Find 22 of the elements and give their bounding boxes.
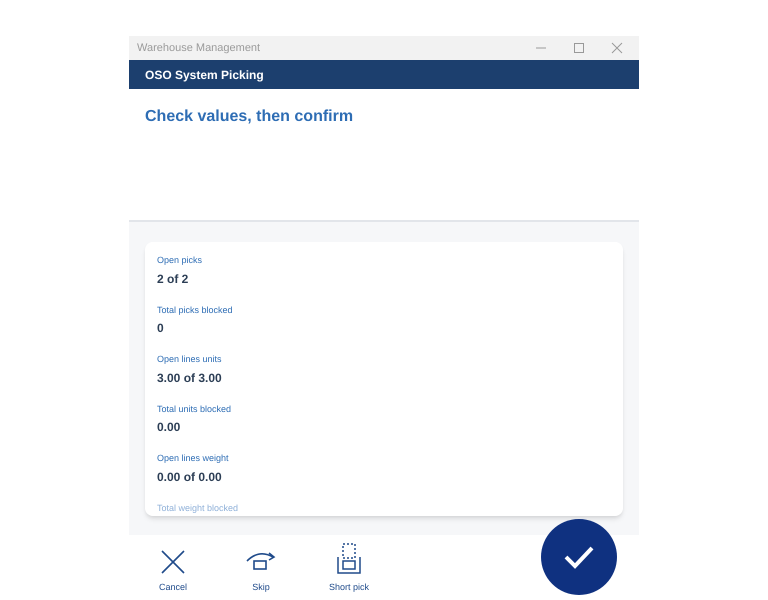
field-label: Total picks blocked [157, 304, 233, 317]
field-label: Total weight blocked [157, 502, 238, 515]
close-icon[interactable] [611, 42, 623, 54]
maximize-icon[interactable] [573, 42, 585, 54]
action-button[interactable]: Skip [217, 543, 305, 594]
action-button[interactable]: Cancel [129, 543, 217, 594]
field-label: Open lines weight [157, 452, 229, 465]
checkmark-icon [563, 545, 595, 569]
field-label: Open lines units [157, 353, 222, 366]
close-icon [160, 549, 186, 575]
field-value: 0.00 of 0.00 [157, 468, 222, 486]
header-title: OSO System Picking [145, 66, 264, 84]
instruction-text: Check values, then confirm [145, 108, 354, 125]
field-label: Total units blocked [157, 402, 232, 416]
action-button[interactable]: Short pick [305, 543, 393, 594]
short-pick-icon [336, 543, 362, 575]
field-value: 0 [157, 320, 164, 337]
window-title: Warehouse Management [137, 40, 262, 56]
field-value: 0.00 [157, 419, 180, 436]
field-value: 2 of 2 [157, 270, 188, 288]
field-label: Open picks [157, 254, 202, 267]
field-value: 3.00 of 3.00 [157, 370, 222, 386]
